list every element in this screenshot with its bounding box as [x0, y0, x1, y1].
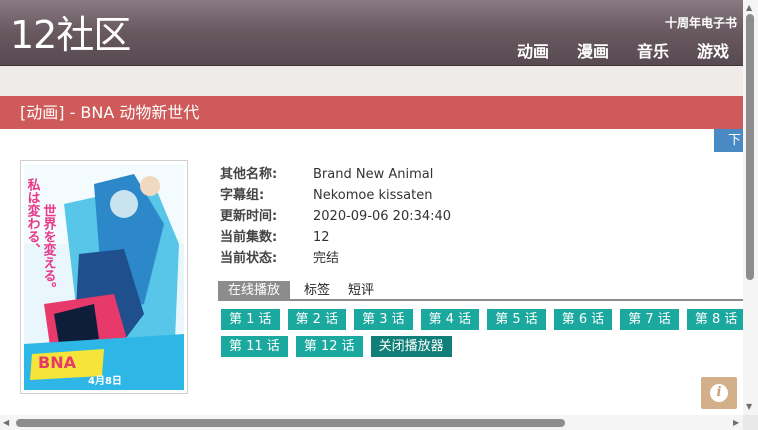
info-row-episode-count: 当前集数: 12	[220, 227, 451, 248]
info-row-subgroup: 字幕组: Nekomoe kissaten	[220, 185, 451, 206]
episode-button[interactable]: 第 6 话	[553, 309, 613, 330]
next-button[interactable]: 下	[714, 129, 743, 152]
info-label: 更新时间:	[220, 209, 278, 224]
tab-online-play[interactable]: 在线播放	[218, 281, 291, 299]
info-label: 当前状态:	[220, 251, 278, 266]
poster-tagline-2: 世界を変える。	[41, 203, 57, 295]
nav-item-game[interactable]: 游戏	[697, 38, 729, 62]
episode-button[interactable]: 第 5 话	[487, 309, 546, 330]
episode-button[interactable]: 第 11 话	[221, 336, 288, 357]
episode-list: 第 1 话 第 2 话 第 3 话 第 4 话 第 5 话 第 6 话 第 7 …	[221, 309, 743, 357]
scroll-up-arrow-icon[interactable]: ▲	[746, 4, 752, 12]
site-logo[interactable]: 12社区	[10, 12, 131, 58]
tab-tags[interactable]: 标签	[290, 281, 344, 299]
header-spacer-band	[0, 66, 743, 96]
info-value: 12	[313, 230, 330, 245]
scrollbar-corner	[743, 415, 758, 430]
info-value: Brand New Animal	[313, 167, 434, 182]
nav-item-comic[interactable]: 漫画	[577, 38, 609, 62]
anniversary-ebook-link[interactable]: 十周年电子书	[665, 14, 737, 31]
episode-button[interactable]: 第 1 话	[221, 309, 280, 330]
horizontal-scrollbar[interactable]: ◀ ▶	[0, 415, 743, 430]
poster-date: 4月8日	[88, 375, 122, 387]
info-row-alt-name: 其他名称: Brand New Animal	[220, 164, 451, 185]
episode-button[interactable]: 第 7 话	[620, 309, 679, 330]
poster-image: BNA 私は変わる、 世界を変える。 4月8日	[24, 164, 184, 390]
anime-poster: BNA 私は変わる、 世界を変える。 4月8日	[20, 160, 188, 394]
content-tabs: 在线播放 标签 短评	[218, 281, 743, 301]
info-label: 其他名称:	[220, 167, 278, 182]
main-nav: 动画 漫画 音乐 游戏	[517, 38, 729, 62]
site-header: 12社区 十周年电子书 动画 漫画 音乐 游戏	[0, 0, 743, 66]
episode-button[interactable]: 第 12 话	[295, 336, 363, 357]
info-label: 字幕组:	[220, 188, 265, 203]
vertical-scrollbar[interactable]: ▲ ▼	[743, 0, 758, 415]
scroll-left-arrow-icon[interactable]: ◀	[3, 419, 9, 427]
info-value: 2020-09-06 20:34:40	[313, 209, 452, 224]
info-row-status: 当前状态: 完结	[220, 248, 451, 269]
scroll-down-arrow-icon[interactable]: ▼	[746, 403, 752, 411]
page-title: [动画] - BNA 动物新世代	[0, 96, 743, 129]
info-value: 完结	[313, 251, 340, 266]
horizontal-scroll-thumb[interactable]	[16, 419, 565, 427]
poster-tagline-1: 私は変わる、	[25, 177, 41, 256]
nav-item-anime[interactable]: 动画	[517, 38, 549, 62]
info-button[interactable]: i	[701, 377, 737, 409]
episode-button[interactable]: 第 4 话	[420, 309, 480, 330]
info-icon: i	[710, 384, 728, 402]
episode-button[interactable]: 第 2 话	[287, 309, 347, 330]
anime-info: 其他名称: Brand New Animal 字幕组: Nekomoe kiss…	[220, 164, 451, 269]
info-row-updated: 更新时间: 2020-09-06 20:34:40	[220, 206, 451, 227]
tab-reviews[interactable]: 短评	[344, 281, 388, 299]
nav-item-music[interactable]: 音乐	[637, 38, 669, 62]
scroll-right-arrow-icon[interactable]: ▶	[733, 419, 739, 427]
episode-button[interactable]: 第 3 话	[354, 309, 413, 330]
svg-text:BNA: BNA	[38, 353, 77, 372]
page-viewport: 12社区 十周年电子书 动画 漫画 音乐 游戏 [动画] - BNA 动物新世代…	[0, 0, 743, 415]
close-player-button[interactable]: 关闭播放器	[370, 336, 452, 357]
info-label: 当前集数:	[220, 230, 278, 245]
info-value: Nekomoe kissaten	[313, 188, 433, 203]
vertical-scroll-thumb[interactable]	[746, 14, 754, 280]
episode-button[interactable]: 第 8 话	[686, 309, 743, 330]
